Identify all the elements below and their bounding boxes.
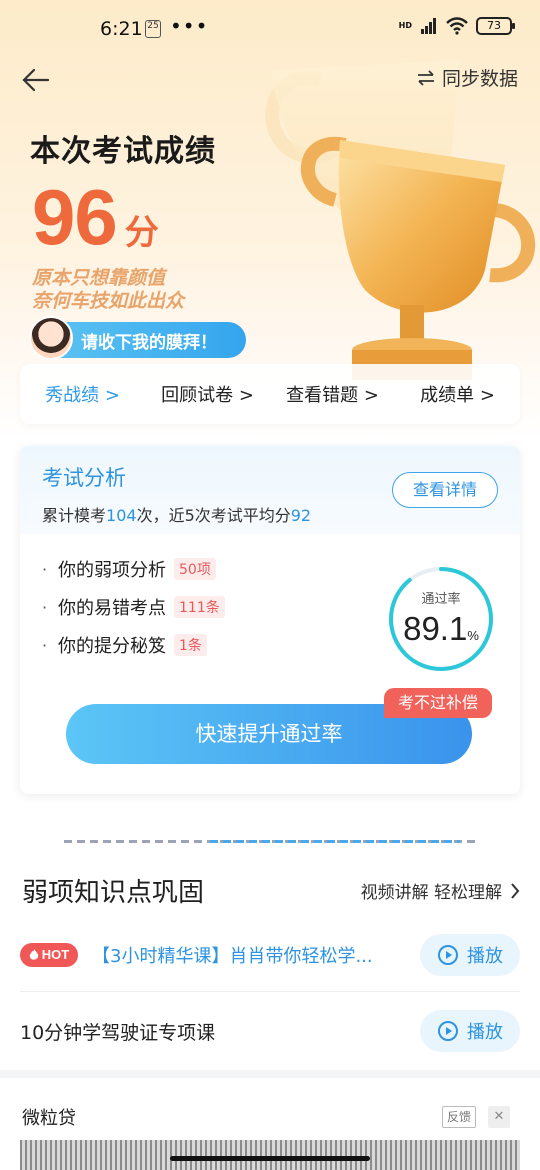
home-indicator[interactable] bbox=[170, 1156, 370, 1161]
count-badge: 1条 bbox=[174, 634, 207, 656]
slogan-line-1: 原本只想靠颜值 bbox=[32, 267, 166, 289]
play-icon bbox=[438, 944, 458, 965]
summary-average: 92 bbox=[290, 506, 312, 525]
signal-icon bbox=[421, 18, 436, 34]
battery-indicator: 73 bbox=[476, 17, 515, 35]
bullet: · bbox=[42, 597, 48, 617]
count-badge: 111条 bbox=[174, 596, 225, 618]
item-label: 你的提分秘笈 bbox=[58, 636, 166, 657]
hot-badge: HOT bbox=[20, 942, 78, 967]
nav-review-paper[interactable]: 回顾试卷 > bbox=[145, 381, 270, 407]
pass-rate-value: 89.1% bbox=[386, 610, 496, 648]
chevron-right-icon bbox=[511, 882, 520, 899]
weak-points-title: 弱项知识点巩固 bbox=[22, 878, 205, 908]
course-title: 【3小时精华课】肖肖带你轻松学... bbox=[92, 945, 373, 967]
course-title: 10分钟学驾驶证专项课 bbox=[20, 1021, 216, 1044]
more-notifications-icon: ••• bbox=[170, 14, 209, 38]
analysis-header: 考试分析 累计模考104次，近5次考试平均分92 查看详情 bbox=[20, 446, 520, 534]
ad-close-button[interactable]: ✕ bbox=[488, 1106, 510, 1128]
page-title: 本次考试成绩 bbox=[30, 134, 216, 169]
pass-rate-unit: % bbox=[467, 628, 479, 643]
play-label: 播放 bbox=[467, 1022, 503, 1043]
ad-title: 微粒贷 bbox=[22, 1108, 76, 1129]
view-details-button[interactable]: 查看详情 bbox=[392, 472, 498, 508]
back-arrow-icon[interactable] bbox=[20, 64, 52, 96]
slogan-line-2: 奈何车技如此出众 bbox=[32, 290, 185, 312]
video-explain-label: 视频讲解 轻松理解 bbox=[360, 883, 502, 903]
item-label: 你的弱项分析 bbox=[58, 560, 166, 581]
analysis-summary: 累计模考104次，近5次考试平均分92 bbox=[42, 502, 311, 526]
slogan: 原本只想靠颜值 奈何车技如此出众 bbox=[32, 267, 184, 313]
pass-rate-number: 89.1 bbox=[403, 610, 468, 647]
bow-label: 请收下我的膜拜！ bbox=[81, 332, 217, 353]
item-label: 你的易错考点 bbox=[58, 598, 166, 619]
pass-rate-label: 通过率 bbox=[421, 592, 461, 607]
status-bar: 6:21 25 ••• HD 73 bbox=[0, 0, 540, 58]
list-item[interactable]: · 你的易错考点 111条 bbox=[42, 588, 225, 626]
play-icon bbox=[438, 1021, 458, 1041]
notification-badge: 25 bbox=[145, 20, 161, 38]
section-separator bbox=[0, 1070, 540, 1078]
summary-mid: 次，近5次考试平均分 bbox=[136, 506, 291, 525]
network-label: HD bbox=[398, 21, 412, 30]
nav-report-card[interactable]: 成绩单 > bbox=[395, 381, 520, 407]
analysis-list: · 你的弱项分析 50项 · 你的易错考点 111条 · 你的提分秘笈 1条 bbox=[42, 550, 225, 664]
nav-wrong-questions[interactable]: 查看错题 > bbox=[270, 381, 395, 407]
bullet: · bbox=[42, 635, 48, 655]
top-bar: 同步数据 bbox=[0, 60, 540, 100]
video-explain-link[interactable]: 视频讲解 轻松理解 bbox=[361, 878, 520, 903]
status-icons: HD 73 bbox=[398, 17, 515, 35]
analysis-title: 考试分析 bbox=[42, 466, 126, 490]
compensation-badge[interactable]: 考不过补偿 bbox=[383, 688, 492, 718]
list-item[interactable]: · 你的弱项分析 50项 bbox=[42, 550, 225, 588]
sync-data-button[interactable]: 同步数据 bbox=[416, 64, 518, 91]
play-button[interactable]: 播放 bbox=[420, 933, 520, 976]
summary-count: 104 bbox=[106, 506, 137, 525]
score-unit: 分 bbox=[124, 213, 159, 253]
ad-image[interactable] bbox=[20, 1140, 520, 1170]
summary-prefix: 累计模考 bbox=[42, 506, 107, 525]
bullet: · bbox=[42, 559, 48, 579]
wifi-icon bbox=[446, 17, 468, 35]
score-value: 96 bbox=[32, 173, 118, 261]
ad-feedback-button[interactable]: 反馈 bbox=[442, 1106, 476, 1128]
exam-analysis-card: 考试分析 累计模考104次，近5次考试平均分92 查看详情 · 你的弱项分析 5… bbox=[20, 446, 520, 794]
score-display: 96 分 bbox=[32, 172, 159, 263]
sync-icon bbox=[417, 69, 434, 86]
count-badge: 50项 bbox=[174, 558, 216, 580]
course-row[interactable]: 10分钟学驾驶证专项课 播放 bbox=[20, 994, 520, 1068]
list-item[interactable]: · 你的提分秘笈 1条 bbox=[42, 626, 225, 664]
dashed-divider bbox=[64, 840, 476, 843]
bow-share-button[interactable]: 请收下我的膜拜！ bbox=[29, 316, 246, 360]
hot-label: HOT bbox=[41, 947, 70, 962]
sync-label: 同步数据 bbox=[441, 68, 518, 90]
avatar bbox=[29, 316, 73, 360]
status-time: 6:21 bbox=[100, 18, 143, 40]
course-row[interactable]: HOT 【3小时精华课】肖肖带你轻松学... 播放 bbox=[20, 918, 520, 992]
play-label: 播放 bbox=[467, 945, 503, 967]
play-button[interactable]: 播放 bbox=[420, 1010, 520, 1052]
nav-show-off[interactable]: 秀战绩 > bbox=[20, 381, 145, 407]
result-nav: 秀战绩 > 回顾试卷 > 查看错题 > 成绩单 > bbox=[20, 364, 520, 424]
flame-icon bbox=[29, 948, 38, 960]
